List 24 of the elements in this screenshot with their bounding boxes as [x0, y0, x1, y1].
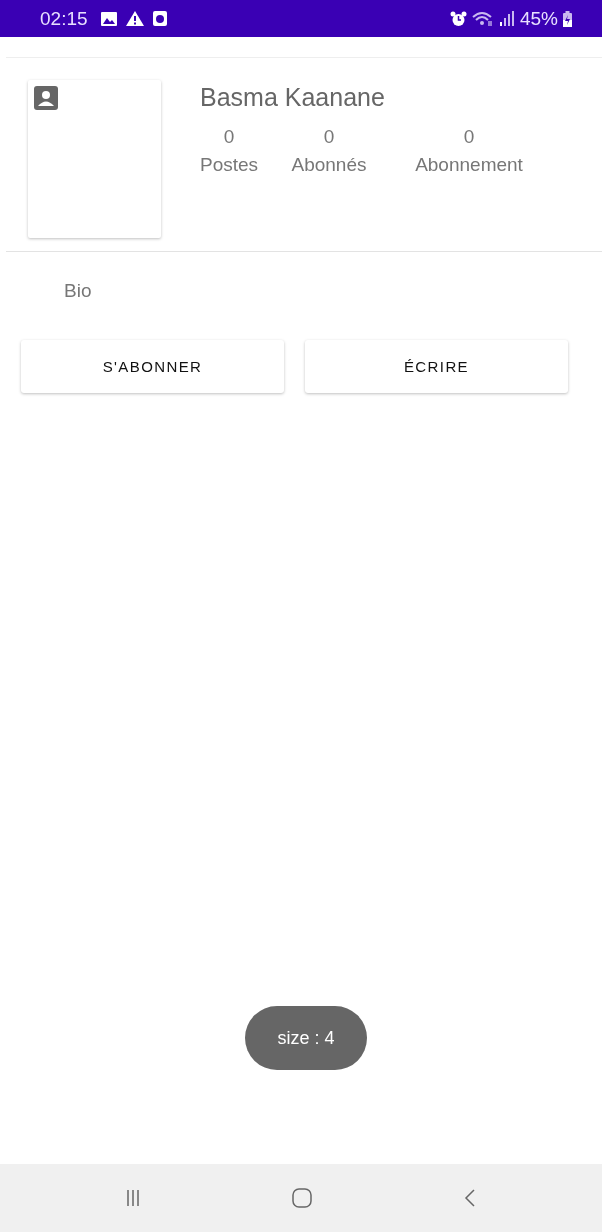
back-icon[interactable]	[464, 1188, 476, 1208]
recents-icon[interactable]	[126, 1189, 140, 1207]
stat-count: 0	[323, 126, 335, 148]
battery-level: 45%	[519, 7, 558, 30]
wifi-icon	[471, 10, 494, 27]
battery-icon	[563, 10, 572, 27]
profile-name: Basma Kaanane	[200, 83, 386, 112]
bio-text: Bio	[64, 280, 93, 302]
stat-label: Postes	[199, 154, 259, 176]
action-button[interactable]: ÉCRIRE	[305, 340, 568, 393]
clock-icon	[152, 11, 167, 26]
contact-icon	[34, 86, 58, 110]
alarm-icon	[449, 10, 467, 27]
image-icon	[100, 11, 117, 26]
signal-icon	[498, 11, 515, 26]
warning-icon	[125, 11, 144, 26]
status-time: 02:15	[40, 7, 88, 30]
toast-message: size : 4	[245, 1006, 367, 1070]
action-button[interactable]: S'ABONNER	[21, 340, 284, 393]
stat-label: Abonnés	[291, 154, 367, 176]
stat-count: 0	[463, 126, 475, 148]
home-icon[interactable]	[292, 1188, 312, 1208]
stat-label: Abonnement	[415, 154, 523, 176]
stat-count: 0	[223, 126, 235, 148]
